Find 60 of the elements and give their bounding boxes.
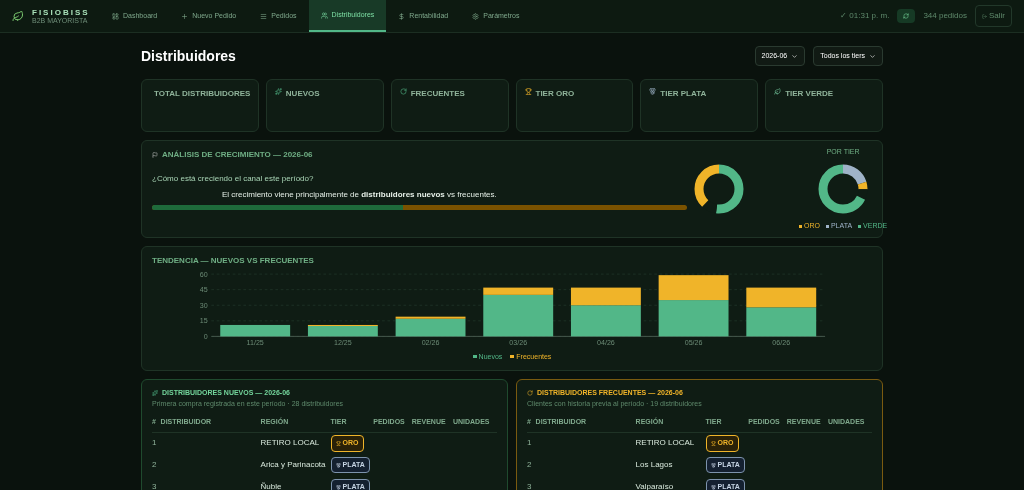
row-number: 1 — [527, 432, 536, 454]
medal-icon — [335, 462, 341, 468]
medal-icon — [710, 484, 716, 490]
leaf-logo-icon — [12, 10, 24, 22]
trophy-icon — [524, 88, 532, 95]
row-number: 3 — [527, 481, 533, 490]
kpi-label: TIER VERDE — [785, 88, 834, 100]
kpi-label: TIER ORO — [535, 88, 575, 100]
list-icon — [260, 12, 268, 20]
region-cell: Ñuble — [260, 476, 331, 490]
row-number: 2 — [152, 459, 158, 471]
bar — [220, 324, 291, 337]
dashboard-icon — [112, 12, 119, 20]
kpi-label: TIER PLATA — [660, 88, 707, 100]
region-cell: RETIRO LOCAL — [260, 432, 331, 454]
page-title: Distribuidores — [141, 46, 236, 66]
region-cell: Arica y Parinacota — [260, 454, 331, 476]
sparkle-icon — [152, 390, 158, 397]
question-text: ¿Cómo está creciendo el canal este período? — [152, 173, 315, 185]
dollar-icon — [398, 12, 406, 20]
row-number: 3 — [152, 481, 158, 490]
bar — [658, 275, 729, 301]
bar — [658, 300, 729, 337]
region-cell: RETIRO LOCAL — [635, 432, 706, 454]
chevron-icon — [791, 52, 799, 60]
logout-button[interactable]: Salir — [975, 5, 1012, 27]
kpi-label: FRECUENTES — [410, 88, 465, 100]
medal-icon — [335, 484, 341, 490]
trophy-icon — [710, 440, 716, 446]
gear-icon — [472, 12, 480, 20]
bar — [746, 307, 817, 337]
leaf-icon — [774, 88, 782, 95]
region-cell: Los Lagos — [635, 454, 706, 476]
row-number: 2 — [527, 459, 533, 471]
row-number: 1 — [152, 432, 161, 454]
order-count: 344 pedidos — [923, 10, 967, 22]
region-cell: Valparaíso — [635, 476, 706, 490]
refresh-icon — [903, 13, 910, 19]
kpi-label: NUEVOS — [285, 88, 320, 100]
trophy-icon — [335, 440, 341, 446]
medal-icon — [710, 462, 716, 468]
refresh-icon — [527, 390, 533, 397]
legend-swatch — [472, 355, 477, 359]
chevron-icon — [869, 52, 876, 60]
sparkle-icon — [274, 88, 282, 95]
kpi-label: TOTAL DISTRIBUIDORES — [154, 88, 251, 100]
logout-icon — [982, 13, 987, 19]
refresh-button[interactable] — [897, 9, 916, 23]
medal-icon — [649, 88, 657, 95]
people-icon — [320, 11, 328, 19]
summary-text: El crecimiento viene principalmente de distribuidores nuevos vs frecuentes. — [221, 189, 498, 201]
plus-icon — [181, 12, 189, 20]
sync-time: ✓ 01:31 p. m. — [840, 10, 890, 22]
panel-title: TENDENCIA — NUEVOS VS FRECUENTES — [152, 255, 315, 267]
legend-swatch — [510, 355, 515, 359]
brand-name: FISIOBISS — [32, 8, 90, 17]
bar — [746, 287, 817, 308]
flag-icon — [152, 152, 158, 158]
panel-title: ANÁLISIS DE CRECIMIENTO — 2026-06 — [162, 149, 313, 161]
refresh-icon — [399, 88, 407, 95]
